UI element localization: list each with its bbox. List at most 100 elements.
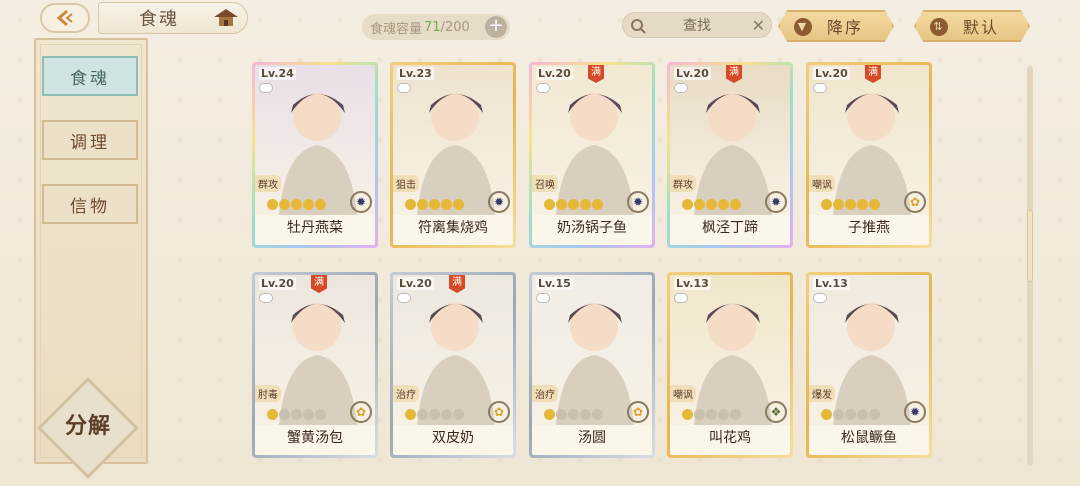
food-soul-card[interactable]: Lv.24 群攻 ✹ 牡丹燕菜: [252, 62, 378, 248]
food-soul-card[interactable]: Lv.20 满嘲讽 ✿ 子推燕: [806, 62, 932, 248]
star-icon: [429, 409, 440, 420]
star-rating: [267, 409, 326, 421]
star-icon: [833, 409, 844, 420]
character-name: 牡丹燕菜: [287, 220, 343, 236]
food-soul-card[interactable]: Lv.20 满召唤 ✹ 奶汤锅子鱼: [529, 62, 655, 248]
card-inner: Lv.23 狙击 ✹ 符离集烧鸡: [393, 65, 513, 245]
wind-element-icon: ❖: [765, 401, 787, 423]
star-icon: [682, 199, 693, 210]
food-soul-card[interactable]: Lv.13 爆发 ✹ 松鼠鳜鱼: [806, 272, 932, 458]
character-name: 松鼠鳜鱼: [841, 430, 897, 446]
star-icon: [267, 409, 278, 420]
back-arrow-icon: [56, 9, 73, 27]
lock-icon[interactable]: [536, 83, 550, 93]
level-label: Lv.23: [397, 67, 434, 80]
role-tag: 召唤: [532, 175, 558, 192]
food-soul-card[interactable]: Lv.20 满肘毒 ✿ 蟹黄汤包: [252, 272, 378, 458]
chevron-down-icon: ▼: [794, 18, 812, 36]
role-tag: 治疗: [532, 385, 558, 402]
add-capacity-button[interactable]: +: [485, 16, 507, 38]
card-inner: Lv.13 嘲讽 ❖ 叫花鸡: [670, 275, 790, 455]
star-icon: [453, 199, 464, 210]
star-rating: [405, 409, 464, 421]
star-icon: [303, 409, 314, 420]
food-soul-card[interactable]: Lv.13 嘲讽 ❖ 叫花鸡: [667, 272, 793, 458]
star-icon: [718, 199, 729, 210]
food-soul-card[interactable]: Lv.15 治疗 ✿ 汤圆: [529, 272, 655, 458]
star-icon: [580, 199, 591, 210]
home-icon[interactable]: [212, 6, 240, 28]
level-label: Lv.20: [813, 67, 850, 80]
lock-icon[interactable]: [813, 83, 827, 93]
food-soul-card[interactable]: Lv.23 狙击 ✹ 符离集烧鸡: [390, 62, 516, 248]
star-icon: [291, 409, 302, 420]
clear-search-icon[interactable]: ✕: [752, 16, 765, 35]
character-name: 汤圆: [578, 430, 606, 446]
tab-cuisine[interactable]: 调理: [42, 120, 138, 160]
back-button[interactable]: [40, 3, 90, 33]
level-label: Lv.20: [536, 67, 573, 80]
star-icon: [694, 199, 705, 210]
card-inner: Lv.24 群攻 ✹ 牡丹燕菜: [255, 65, 375, 245]
dark-element-icon: ✹: [488, 191, 510, 213]
star-rating: [821, 199, 880, 211]
capacity-display: 食魂容量 71 /200 +: [362, 14, 510, 40]
tab-token[interactable]: 信物: [42, 184, 138, 224]
search-placeholder: 查找: [683, 18, 711, 34]
star-icon: [706, 409, 717, 420]
star-icon: [453, 409, 464, 420]
character-name: 奶汤锅子鱼: [557, 220, 627, 236]
character-name: 符离集烧鸡: [418, 220, 488, 236]
card-inner: Lv.20 满治疗 ✿ 双皮奶: [393, 275, 513, 455]
star-icon: [568, 409, 579, 420]
role-tag: 群攻: [255, 175, 281, 192]
lock-icon[interactable]: [397, 83, 411, 93]
card-inner: Lv.20 满召唤 ✹ 奶汤锅子鱼: [532, 65, 652, 245]
star-rating: [682, 199, 741, 211]
star-icon: [417, 409, 428, 420]
lock-icon[interactable]: [813, 293, 827, 303]
star-icon: [682, 409, 693, 420]
dark-element-icon: ✹: [627, 191, 649, 213]
sort-order-button[interactable]: ▼ 降序: [778, 10, 894, 42]
lock-icon[interactable]: [674, 83, 688, 93]
search-input[interactable]: 查找 ✕: [622, 12, 772, 38]
star-icon: [718, 409, 729, 420]
star-icon: [869, 409, 880, 420]
star-icon: [279, 409, 290, 420]
star-icon: [833, 199, 844, 210]
card-inner: Lv.20 满群攻 ✹ 枫泾丁蹄: [670, 65, 790, 245]
tab-food-souls[interactable]: 食魂: [42, 56, 138, 96]
star-icon: [857, 409, 868, 420]
star-icon: [706, 199, 717, 210]
star-icon: [869, 199, 880, 210]
decompose-button[interactable]: 分解: [52, 404, 124, 444]
character-name: 枫泾丁蹄: [702, 220, 758, 236]
food-soul-grid: Lv.24 群攻 ✹ 牡丹燕菜 Lv.23 狙击 ✹ 符离集烧鸡 Lv.20 满召唤 ✹ 奶汤锅子鱼 L…: [252, 62, 942, 462]
capacity-max: /200: [440, 19, 470, 35]
star-rating: [405, 199, 464, 211]
star-icon: [592, 409, 603, 420]
role-tag: 狙击: [393, 175, 419, 192]
star-icon: [267, 199, 278, 210]
lock-icon[interactable]: [259, 83, 273, 93]
sort-mode-button[interactable]: ⇅ 默认: [914, 10, 1030, 42]
role-tag: 嘲讽: [809, 175, 835, 192]
scrollbar-thumb[interactable]: [1027, 210, 1033, 282]
star-icon: [845, 199, 856, 210]
role-tag: 嘲讽: [670, 385, 696, 402]
food-soul-card[interactable]: Lv.20 满治疗 ✿ 双皮奶: [390, 272, 516, 458]
dark-element-icon: ✹: [904, 401, 926, 423]
lock-icon[interactable]: [397, 293, 411, 303]
lock-icon[interactable]: [536, 293, 550, 303]
star-icon: [580, 409, 591, 420]
character-name: 双皮奶: [432, 430, 474, 446]
level-label: Lv.13: [674, 277, 711, 290]
star-icon: [315, 409, 326, 420]
lock-icon[interactable]: [674, 293, 688, 303]
lock-icon[interactable]: [259, 293, 273, 303]
role-tag: 治疗: [393, 385, 419, 402]
food-soul-card[interactable]: Lv.20 满群攻 ✹ 枫泾丁蹄: [667, 62, 793, 248]
level-label: Lv.24: [259, 67, 296, 80]
star-icon: [821, 409, 832, 420]
